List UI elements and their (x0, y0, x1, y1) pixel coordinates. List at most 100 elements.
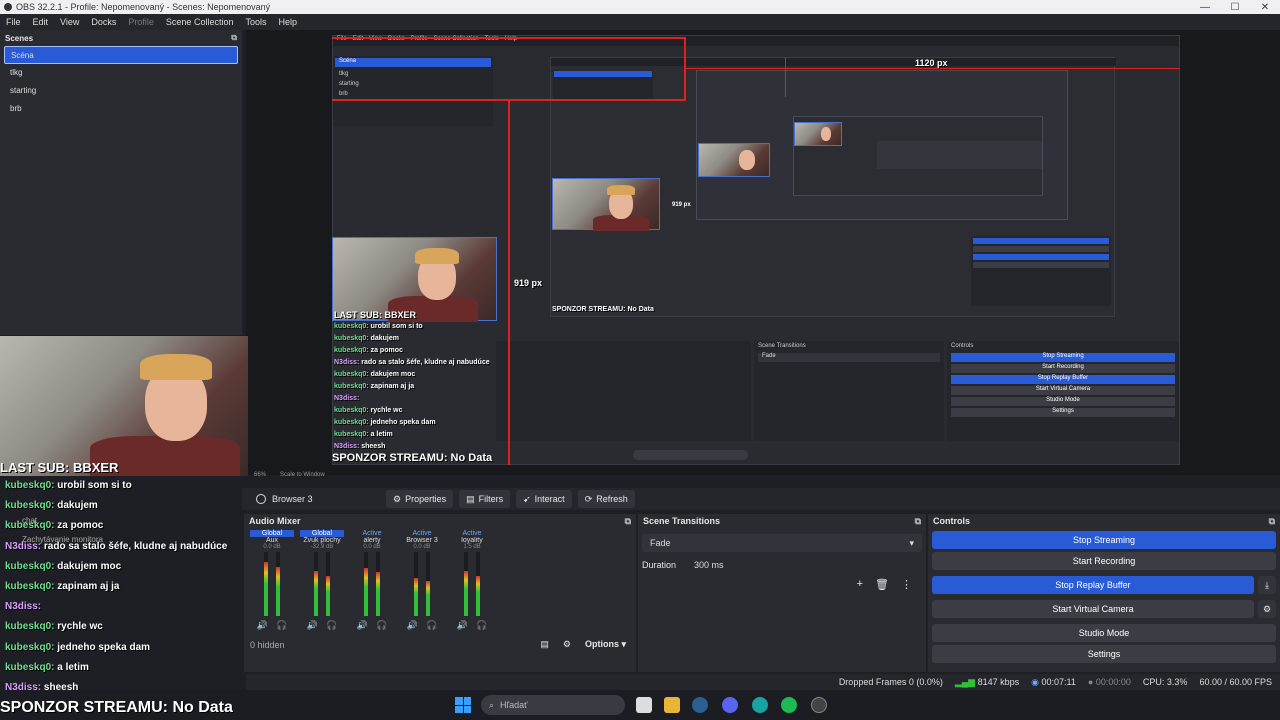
menu-file[interactable]: File (0, 17, 27, 27)
zoom-level[interactable]: 66% (254, 472, 266, 482)
properties-button[interactable]: ⚙ Properties (386, 490, 454, 508)
menu-scene-collection[interactable]: Scene Collection (160, 17, 240, 27)
chat-text: dakujem moc (370, 371, 416, 378)
chat-message: kubeskq0: dakujem (334, 333, 490, 345)
start-recording-button[interactable]: Start Recording (932, 552, 1276, 570)
volume-meter[interactable] (364, 552, 380, 616)
refresh-button[interactable]: ⟳ Refresh (577, 490, 635, 508)
sponsor-label: SPONZOR STREAMU: No Data (0, 699, 233, 716)
fps: 60.00 / 60.00 FPS (1199, 677, 1272, 687)
headphones-icon[interactable]: 🎧 (326, 620, 337, 631)
spotify-icon[interactable] (781, 697, 797, 713)
chat-username: kubeskq0: (5, 580, 55, 592)
volume-meter[interactable] (414, 552, 430, 616)
task-view-icon[interactable] (636, 697, 652, 713)
volume-slider[interactable] (421, 552, 423, 616)
scale-mode[interactable]: Scale to Window (280, 472, 325, 482)
gear-icon[interactable]: ⚙ (1258, 600, 1276, 618)
transition-select[interactable]: Fade ▾ (642, 534, 922, 552)
volume-slider[interactable] (271, 552, 273, 616)
chat-source-label: chat (22, 516, 38, 525)
mixer-settings-icon[interactable]: ⚙ (563, 639, 571, 650)
speaker-icon[interactable]: 🔊 (357, 620, 368, 631)
menu-help[interactable]: Help (272, 17, 303, 27)
headphones-icon[interactable]: 🎧 (476, 620, 487, 631)
menu-docks[interactable]: Docks (85, 17, 122, 27)
close-button[interactable]: ✕ (1250, 2, 1280, 13)
channel-name[interactable]: Aux (250, 537, 294, 544)
discord-icon[interactable] (722, 697, 738, 713)
scene-item-brb[interactable]: brb (4, 100, 238, 118)
dock-float-icon[interactable]: ⧉ (231, 33, 237, 43)
speaker-icon[interactable]: 🔊 (307, 620, 318, 631)
mixer-options-button[interactable]: Options ▾ (585, 639, 626, 650)
level-bar (464, 552, 468, 616)
nested-facecam-4 (794, 122, 842, 146)
volume-meter[interactable] (264, 552, 280, 616)
chat-message: kubeskq0: za pomoc (334, 345, 490, 357)
channel-name[interactable]: loyality (450, 537, 494, 544)
filters-button[interactable]: ▤ Filters (459, 490, 511, 508)
stop-replay-buffer-button[interactable]: Stop Replay Buffer (932, 576, 1254, 594)
file-explorer-icon[interactable] (664, 697, 680, 713)
menu-profile[interactable]: Profile (122, 17, 160, 27)
taskbar-search[interactable]: ⌕ Hľadať (481, 695, 625, 715)
edge-icon[interactable] (752, 697, 768, 713)
start-virtual-camera-button[interactable]: Start Virtual Camera (932, 600, 1254, 618)
guide-line-horizontal (332, 99, 686, 101)
more-vertical-icon[interactable]: ⋮ (901, 578, 912, 591)
channel-name[interactable]: Zvuk plochy (300, 537, 344, 544)
interact-button[interactable]: ➹ Interact (516, 490, 572, 508)
settings-button[interactable]: Settings (932, 645, 1276, 663)
channel-db: 0.0 dB (363, 544, 381, 550)
add-transition-icon[interactable]: + (857, 578, 863, 591)
chat-message: kubeskq0: urobil som si to (334, 321, 490, 333)
chat-message: N3diss: (334, 393, 490, 405)
speaker-icon[interactable]: 🔊 (457, 620, 468, 631)
chat-text: dakujem (57, 500, 98, 512)
headphones-icon[interactable]: 🎧 (376, 620, 387, 631)
menu-edit[interactable]: Edit (27, 17, 55, 27)
studio-mode-button[interactable]: Studio Mode (932, 624, 1276, 642)
guide-line-top (332, 37, 686, 39)
headphones-icon[interactable]: 🎧 (426, 620, 437, 631)
nested-facecam-2 (552, 178, 660, 231)
minimize-button[interactable]: — (1190, 2, 1220, 13)
headphones-icon[interactable]: 🎧 (276, 620, 287, 631)
stop-streaming-button[interactable]: Stop Streaming (932, 531, 1276, 549)
dock-float-icon[interactable]: ⧉ (1269, 516, 1275, 527)
volume-slider[interactable] (321, 552, 323, 616)
download-icon[interactable]: ⤓ (1258, 576, 1276, 594)
dock-float-icon[interactable]: ⧉ (915, 516, 921, 527)
windows-start-icon[interactable] (455, 697, 471, 713)
scene-item-tlkg[interactable]: tlkg (4, 64, 238, 82)
maximize-button[interactable]: ☐ (1220, 2, 1250, 13)
obs-taskbar-icon[interactable] (811, 697, 827, 713)
scene-item-scena[interactable]: Scéna (4, 46, 238, 64)
broadcast-icon: ◉ (1031, 676, 1040, 687)
taskbar-search-placeholder: Hľadať (500, 700, 528, 710)
channel-name[interactable]: alerty (350, 537, 394, 544)
dock-float-icon[interactable]: ⧉ (625, 516, 631, 527)
trash-icon[interactable]: 🗑 (875, 578, 889, 591)
volume-slider[interactable] (371, 552, 373, 616)
scene-item-starting[interactable]: starting (4, 82, 238, 100)
chat-message: kubeskq0: a letim (334, 429, 490, 441)
chat-text: a letim (57, 661, 89, 673)
chat-username: kubeskq0: (334, 419, 369, 426)
chat-username: kubeskq0: (334, 371, 369, 378)
volume-slider[interactable] (471, 552, 473, 616)
menu-view[interactable]: View (54, 17, 85, 27)
volume-meter[interactable] (314, 552, 330, 616)
duration-input[interactable]: 300 ms (686, 556, 922, 574)
channel-tag: Active (412, 530, 432, 537)
mixer-layout-icon[interactable]: ▤ (540, 639, 549, 650)
speaker-icon[interactable]: 🔊 (257, 620, 268, 631)
menu-tools[interactable]: Tools (239, 17, 272, 27)
transition-value: Fade (650, 538, 671, 548)
channel-name[interactable]: Browser 3 (400, 537, 444, 544)
volume-meter[interactable] (464, 552, 480, 616)
steam-icon[interactable] (692, 697, 708, 713)
speaker-icon[interactable]: 🔊 (407, 620, 418, 631)
chat-text: dakujem moc (57, 560, 122, 572)
